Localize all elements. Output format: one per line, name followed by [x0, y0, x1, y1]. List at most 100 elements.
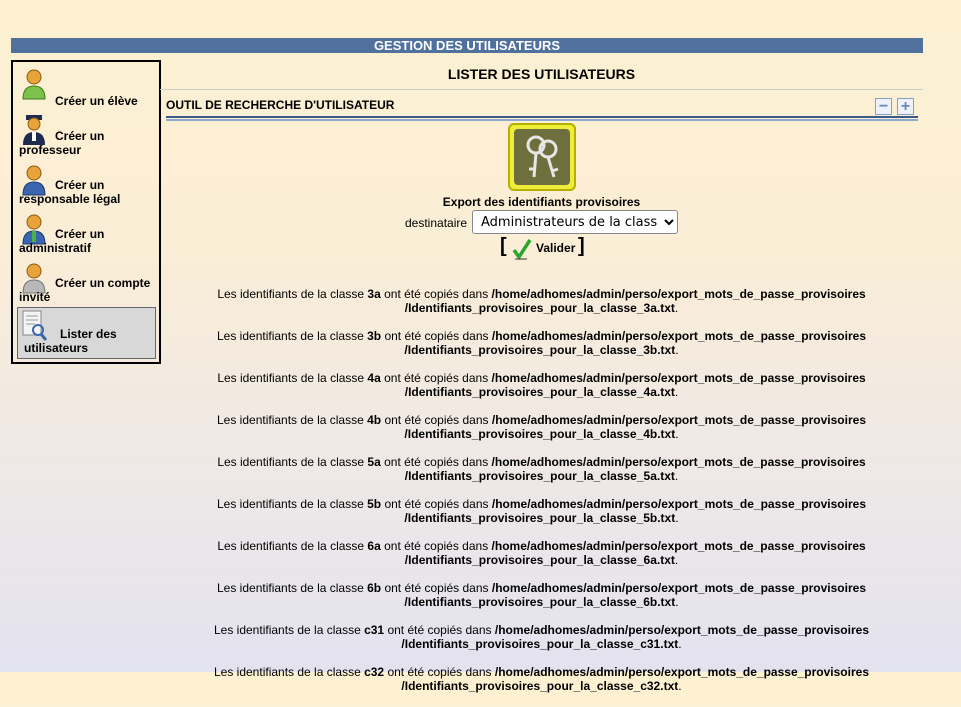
file-class: 5a [643, 469, 657, 483]
class-name: 5a [367, 455, 381, 469]
result-prefix: Les identifiants de la classe [217, 497, 368, 511]
file-suffix: .txt [656, 301, 675, 315]
result-prefix: Les identifiants de la classe [217, 455, 368, 469]
result-prefix: Les identifiants de la classe [217, 287, 368, 301]
keys-icon [508, 123, 576, 191]
file-class: 6b [643, 595, 658, 609]
sidebar-item-create-student[interactable]: Créer un élève [13, 62, 159, 111]
export-file: /Identifiants_provisoires_pour_la_classe… [404, 595, 675, 609]
file-class: 4a [643, 385, 657, 399]
sidebar-item-label: Créer un professeur [19, 129, 105, 157]
export-result-row: Les identifiants de la classe 5a ont été… [160, 455, 923, 497]
file-class: 6a [643, 553, 657, 567]
export-path: /home/adhomes/admin/perso/export_mots_de… [491, 413, 866, 427]
export-label: Export des identifiants provisoires [442, 195, 641, 209]
export-path: /home/adhomes/admin/perso/export_mots_de… [491, 287, 866, 301]
export-file: /Identifiants_provisoires_pour_la_classe… [401, 637, 678, 651]
result-end: . [674, 553, 679, 567]
result-end: . [678, 637, 682, 651]
export-result-row: Les identifiants de la classe 5b ont été… [160, 497, 923, 539]
search-tool-header: OUTIL DE RECHERCHE D'UTILISATEUR − + [166, 98, 918, 116]
collapse-button[interactable]: − [875, 98, 892, 115]
file-suffix: .txt [657, 595, 676, 609]
file-class: 4b [643, 427, 658, 441]
file-prefix: /Identifiants_provisoires_pour_la_classe… [404, 427, 644, 441]
section-rule [166, 116, 918, 121]
result-middle: ont été copiés dans [381, 497, 492, 511]
export-file: /Identifiants_provisoires_pour_la_classe… [405, 301, 675, 315]
result-prefix: Les identifiants de la classe [217, 581, 368, 595]
export-result-row: Les identifiants de la classe 4a ont été… [160, 371, 923, 413]
sidebar-item-label: Créer un administratif [19, 227, 105, 255]
result-middle: ont été copiés dans [380, 455, 492, 469]
sidebar-item-label: Créer un responsable légal [19, 178, 121, 206]
result-prefix: Les identifiants de la classe [217, 539, 368, 553]
file-prefix: /Identifiants_provisoires_pour_la_classe… [401, 637, 641, 651]
export-path: /home/adhomes/admin/perso/export_mots_de… [491, 497, 866, 511]
result-middle: ont été copiés dans [380, 539, 492, 553]
result-end: . [678, 679, 682, 693]
sidebar-item-create-admin[interactable]: Créer un administratif [13, 209, 159, 258]
result-prefix: Les identifiants de la classe [217, 413, 368, 427]
result-middle: ont été copiés dans [381, 581, 492, 595]
export-path: /home/adhomes/admin/perso/export_mots_de… [491, 329, 866, 343]
bracket-open: [ [500, 235, 507, 257]
class-name: 4a [367, 371, 381, 385]
result-middle: ont été copiés dans [381, 413, 492, 427]
sidebar-item-create-teacher[interactable]: Créer un professeur [13, 111, 159, 160]
export-path: /home/adhomes/admin/perso/export_mots_de… [491, 455, 866, 469]
expand-button[interactable]: + [897, 98, 914, 115]
export-result-row: Les identifiants de la classe 6b ont été… [160, 581, 923, 623]
result-end: . [674, 385, 679, 399]
result-middle: ont été copiés dans [384, 623, 495, 637]
export-path: /home/adhomes/admin/perso/export_mots_de… [491, 539, 866, 553]
sidebar-item-list-users[interactable]: Lister des utilisateurs [17, 307, 156, 359]
file-prefix: /Identifiants_provisoires_pour_la_classe… [404, 385, 644, 399]
export-result-row: Les identifiants de la classe 3b ont été… [160, 329, 923, 371]
sidebar-item-create-guest[interactable]: Créer un compte invité [13, 258, 159, 307]
export-file: /Identifiants_provisoires_pour_la_classe… [405, 469, 675, 483]
class-name: 6a [367, 539, 381, 553]
export-result-row: Les identifiants de la classe c32 ont ét… [160, 665, 923, 707]
export-result-row: Les identifiants de la classe 6a ont été… [160, 539, 923, 581]
class-name: 5b [367, 497, 382, 511]
destination-select[interactable]: Administrateurs de la classe [472, 210, 678, 234]
divider [160, 89, 923, 90]
result-prefix: Les identifiants de la classe [217, 371, 368, 385]
result-prefix: Les identifiants de la classe [217, 329, 368, 343]
sidebar-item-label: Créer un élève [55, 94, 138, 108]
result-end: . [675, 427, 679, 441]
export-file: /Identifiants_provisoires_pour_la_classe… [404, 427, 675, 441]
export-path: /home/adhomes/admin/perso/export_mots_de… [491, 581, 866, 595]
destination-label: destinataire [405, 216, 468, 230]
file-class: 3a [643, 301, 657, 315]
file-prefix: /Identifiants_provisoires_pour_la_classe… [404, 343, 644, 357]
search-tool-title: OUTIL DE RECHERCHE D'UTILISATEUR [166, 98, 395, 112]
file-prefix: /Identifiants_provisoires_pour_la_classe… [404, 595, 644, 609]
result-middle: ont été copiés dans [384, 665, 495, 679]
file-suffix: .txt [656, 385, 675, 399]
file-prefix: /Identifiants_provisoires_pour_la_classe… [401, 679, 641, 693]
checkmark-icon [512, 239, 532, 260]
result-middle: ont été copiés dans [380, 287, 492, 301]
class-name: 4b [367, 413, 382, 427]
export-path: /home/adhomes/admin/perso/export_mots_de… [491, 371, 866, 385]
file-class: c32 [640, 679, 661, 693]
export-result-row: Les identifiants de la classe 4b ont été… [160, 413, 923, 455]
result-end: . [675, 595, 679, 609]
export-file: /Identifiants_provisoires_pour_la_classe… [405, 385, 675, 399]
file-prefix: /Identifiants_provisoires_pour_la_classe… [404, 301, 644, 315]
export-result-row: Les identifiants de la classe 3a ont été… [160, 287, 923, 329]
export-result-row: Les identifiants de la classe c31 ont ét… [160, 623, 923, 665]
export-path: /home/adhomes/admin/perso/export_mots_de… [494, 665, 869, 679]
file-suffix: .txt [660, 679, 679, 693]
export-file: /Identifiants_provisoires_pour_la_classe… [404, 511, 675, 525]
file-suffix: .txt [657, 343, 676, 357]
file-class: 5b [643, 511, 658, 525]
sidebar-item-label: Lister des utilisateurs [24, 327, 117, 355]
export-file: /Identifiants_provisoires_pour_la_classe… [401, 679, 678, 693]
file-class: c31 [640, 637, 661, 651]
page-title: LISTER DES UTILISATEURS [447, 66, 636, 82]
sidebar-item-create-parent[interactable]: Créer un responsable légal [13, 160, 159, 209]
sidebar: Créer un élève Créer un professeur Créer… [11, 60, 161, 364]
